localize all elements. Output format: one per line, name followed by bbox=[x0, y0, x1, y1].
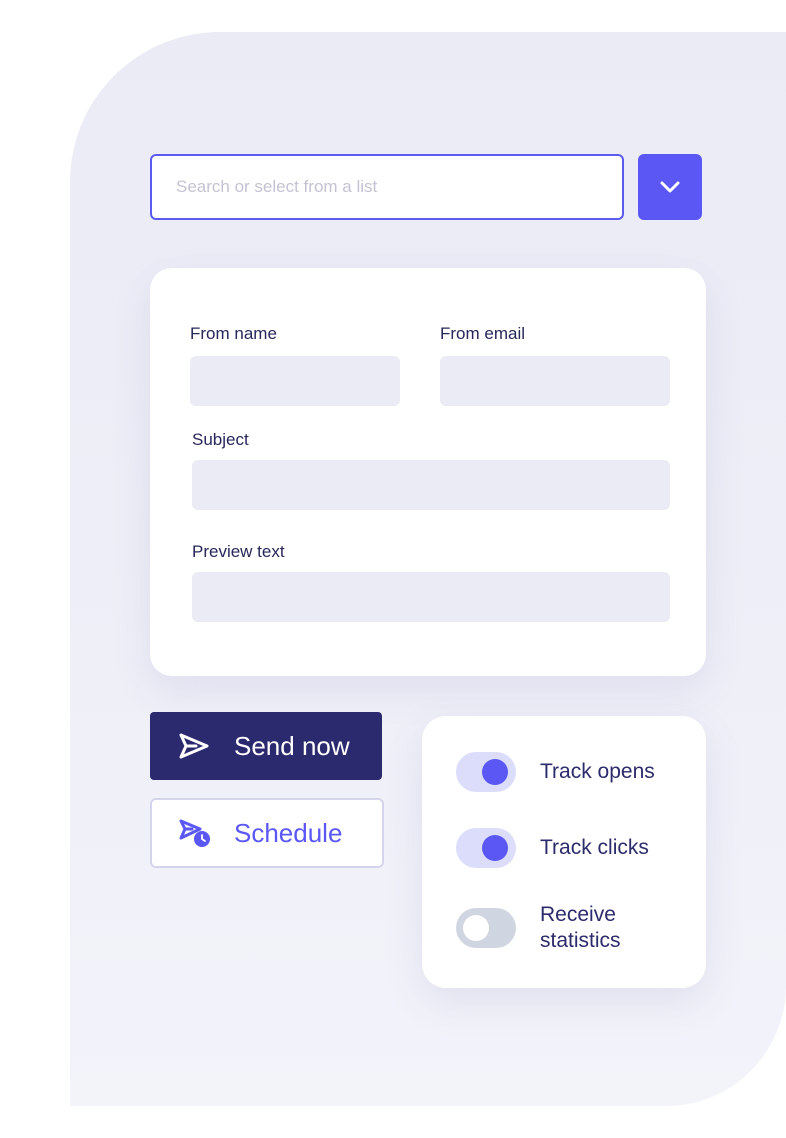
from-name-label: From name bbox=[190, 324, 277, 343]
toggle-row-track-clicks: Track clicks bbox=[456, 828, 649, 868]
receive-statistics-label: Receive statistics bbox=[540, 903, 621, 952]
schedule-label: Schedule bbox=[234, 817, 343, 848]
track-clicks-label: Track clicks bbox=[540, 836, 649, 859]
toggle-knob bbox=[482, 835, 508, 861]
from-email-field[interactable] bbox=[440, 356, 670, 406]
send-now-button[interactable]: Send now bbox=[150, 712, 382, 780]
preview-text-label: Preview text bbox=[192, 542, 285, 561]
dropdown-button[interactable] bbox=[638, 154, 702, 220]
preview-text-field[interactable] bbox=[192, 572, 670, 622]
toggle-knob bbox=[482, 759, 508, 785]
search-input[interactable] bbox=[150, 154, 624, 220]
track-clicks-toggle[interactable] bbox=[456, 828, 516, 868]
track-opens-toggle[interactable] bbox=[456, 752, 516, 792]
from-name-field[interactable] bbox=[190, 356, 400, 406]
schedule-send-icon bbox=[178, 818, 212, 848]
toggle-knob bbox=[463, 915, 489, 941]
track-opens-label: Track opens bbox=[540, 760, 655, 783]
toggle-row-receive-statistics: Receive statistics bbox=[456, 902, 660, 954]
tracking-options-card: Track opens Track clicks Receive statist… bbox=[422, 716, 706, 988]
subject-label: Subject bbox=[192, 430, 249, 449]
toggle-row-track-opens: Track opens bbox=[456, 752, 655, 792]
receive-statistics-toggle[interactable] bbox=[456, 908, 516, 948]
paper-plane-icon bbox=[178, 732, 210, 760]
send-now-label: Send now bbox=[234, 730, 350, 761]
from-email-label: From email bbox=[440, 324, 526, 343]
subject-field[interactable] bbox=[192, 460, 670, 510]
chevron-down-icon bbox=[658, 179, 682, 195]
schedule-button[interactable]: Schedule bbox=[150, 798, 384, 868]
sender-form-card: From name From email Subject Preview tex… bbox=[150, 268, 706, 676]
